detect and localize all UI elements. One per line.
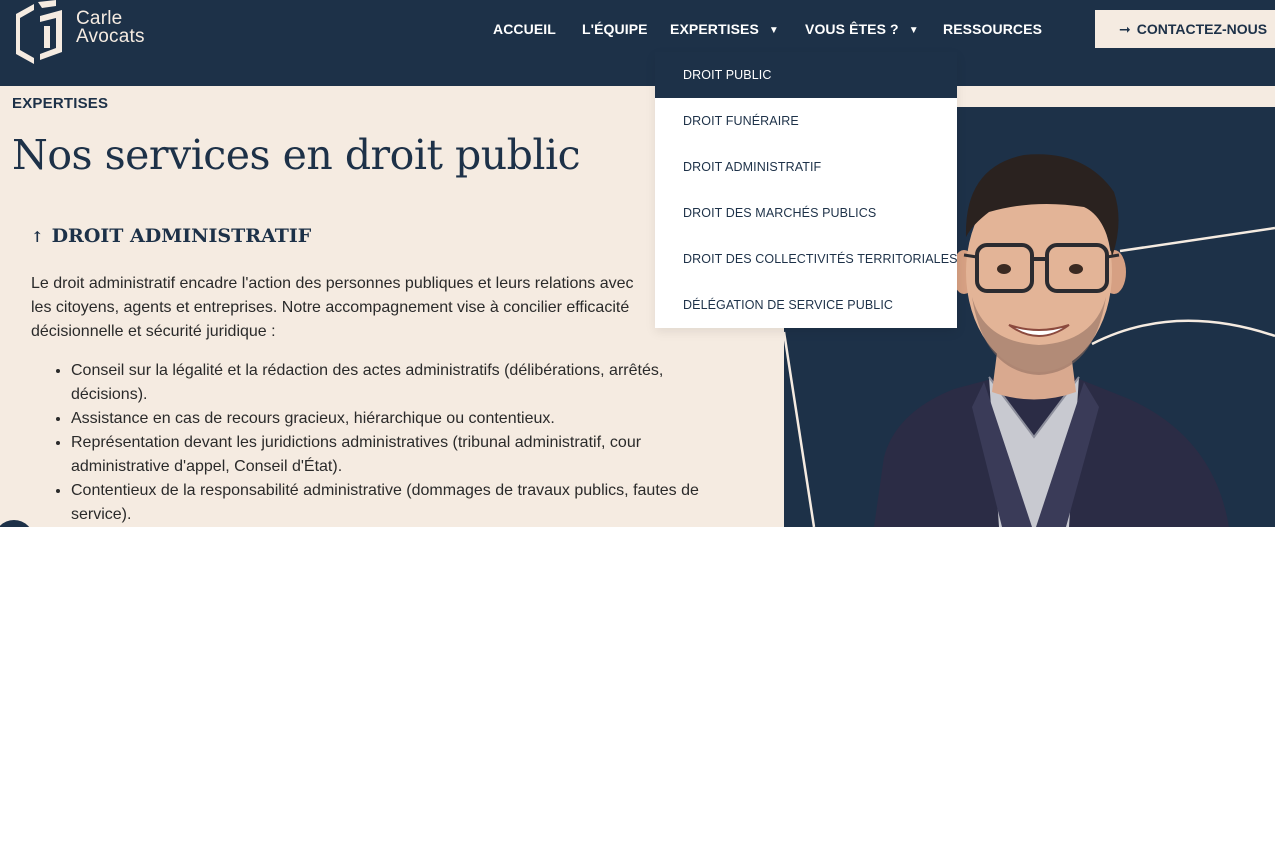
nav-vous-etes[interactable]: VOUS ÊTES ? ▼ — [805, 19, 919, 39]
arrow-up-icon: ↑ — [31, 228, 44, 246]
contact-button-label: CONTACTEZ-NOUS — [1136, 21, 1268, 37]
logo-mark-icon — [16, 0, 62, 64]
nav-vous-etes-label: VOUS ÊTES ? — [805, 21, 899, 37]
logo-text: Carle Avocats — [76, 9, 145, 47]
dropdown-item-droit-public[interactable]: DROIT PUBLIC — [655, 52, 957, 98]
caret-down-icon: ▼ — [768, 25, 779, 36]
contact-button[interactable]: ➞ CONTACTEZ-NOUS — [1095, 10, 1275, 48]
list-item: Représentation devant les juridictions a… — [71, 431, 711, 479]
dropdown-item-delegation-service-public[interactable]: DÉLÉGATION DE SERVICE PUBLIC — [655, 282, 957, 328]
list-item: Contentieux de la responsabilité adminis… — [71, 479, 711, 527]
page-title: Nos services en droit public — [12, 131, 581, 179]
breadcrumb: EXPERTISES — [12, 95, 109, 112]
nav-expertises[interactable]: EXPERTISES ▼ — [670, 19, 779, 39]
nav-accueil[interactable]: ACCUEIL — [493, 19, 556, 39]
section-heading[interactable]: ↑ DROIT ADMINISTRATIF — [31, 225, 311, 247]
dropdown-item-droit-marches-publics[interactable]: DROIT DES MARCHÉS PUBLICS — [655, 190, 957, 236]
logo-line-2: Avocats — [76, 26, 145, 47]
caret-down-icon: ▼ — [908, 25, 919, 36]
list-item: Assistance en cas de recours gracieux, h… — [71, 407, 711, 431]
section-heading-label: DROIT ADMINISTRATIF — [51, 225, 312, 247]
expertises-dropdown: DROIT PUBLIC DROIT FUNÉRAIRE DROIT ADMIN… — [655, 52, 958, 328]
nav-expertises-label: EXPERTISES — [670, 21, 759, 37]
service-list: Conseil sur la légalité et la rédaction … — [31, 359, 711, 527]
arrow-right-icon: ➞ — [1119, 21, 1131, 37]
dropdown-item-droit-collectivites[interactable]: DROIT DES COLLECTIVITÉS TERRITORIALES — [655, 236, 958, 282]
logo-link[interactable]: Carle Avocats — [0, 0, 150, 70]
intro-paragraph: Le droit administratif encadre l'action … — [31, 275, 634, 340]
dropdown-item-droit-funeraire[interactable]: DROIT FUNÉRAIRE — [655, 98, 957, 144]
dropdown-item-droit-administratif[interactable]: DROIT ADMINISTRATIF — [655, 144, 957, 190]
chat-icon[interactable] — [0, 520, 34, 527]
nav-equipe[interactable]: L'ÉQUIPE — [582, 19, 648, 39]
list-item: Conseil sur la légalité et la rédaction … — [71, 359, 711, 407]
site-header: Carle Avocats ACCUEIL L'ÉQUIPE EXPERTISE… — [0, 0, 1275, 86]
nav-ressources[interactable]: RESSOURCES — [943, 19, 1042, 39]
